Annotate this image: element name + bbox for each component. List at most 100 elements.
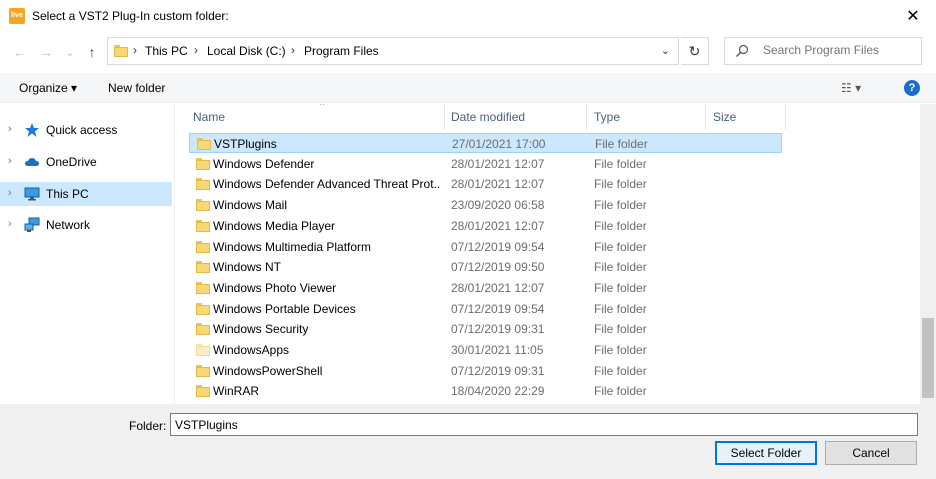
file-date-modified: 28/01/2021 12:07 <box>451 177 545 192</box>
navigation-pane: › Quick access › OneDrive › This PC › Ne… <box>0 104 175 404</box>
file-date-modified: 30/01/2021 11:05 <box>451 343 544 357</box>
file-type: File folder <box>594 177 647 192</box>
table-row[interactable]: Windows NT 07/12/2019 09:50 File folder <box>189 257 782 277</box>
table-row[interactable]: WindowsApps 30/01/2021 11:05 File folder <box>189 340 782 360</box>
chevron-right-icon[interactable]: › <box>8 123 12 135</box>
table-row[interactable]: Windows Media Player 28/01/2021 12:07 File… <box>189 216 782 236</box>
search-input[interactable] <box>763 43 913 57</box>
file-name: WinRAR <box>213 384 260 399</box>
column-header-type[interactable]: Type <box>587 104 706 130</box>
file-name: Windows Mail <box>213 198 288 213</box>
sidebar-item-network[interactable]: › Network <box>0 213 172 237</box>
address-bar[interactable]: › This PC › Local Disk (C:) › Program Fi… <box>107 37 679 65</box>
file-type: File folder <box>594 156 647 171</box>
file-type: File folder <box>594 198 647 213</box>
command-toolbar: Organize ▾ New folder ☷ ▾ ? <box>0 73 936 103</box>
file-date-modified: 07/12/2019 09:31 <box>451 322 545 337</box>
chevron-right-icon[interactable]: › <box>8 218 12 230</box>
file-date-modified: 07/12/2019 09:54 <box>451 301 545 316</box>
breadcrumb-this-pc[interactable]: This PC <box>145 44 188 58</box>
table-row[interactable]: Windows Defender Advanced Threat Prot...… <box>189 174 782 194</box>
monitor-icon <box>24 187 40 201</box>
file-name: WindowsApps <box>213 343 290 357</box>
breadcrumb-local-disk[interactable]: Local Disk (C:) <box>207 44 286 58</box>
select-folder-button[interactable]: Select Folder <box>715 441 817 465</box>
table-row[interactable]: VSTPlugins 27/01/2021 17:00 File folder <box>189 133 782 153</box>
chevron-right-icon[interactable]: › <box>8 187 12 199</box>
help-icon[interactable]: ? <box>904 80 920 96</box>
close-button[interactable]: ✕ <box>890 0 936 32</box>
network-icon <box>24 217 40 232</box>
file-type: File folder <box>594 322 647 337</box>
file-type: File folder <box>594 280 647 295</box>
file-name: Windows NT <box>213 260 282 275</box>
file-name: Windows Defender <box>213 156 315 171</box>
column-header-date[interactable]: Date modified <box>444 104 587 130</box>
up-button[interactable]: ↑ <box>82 42 102 62</box>
view-options-button[interactable]: ☷ ▾ <box>841 81 861 95</box>
sidebar-item-label: Network <box>46 218 91 232</box>
sidebar-item-this-pc[interactable]: › This PC <box>0 182 172 206</box>
folder-icon <box>196 260 210 274</box>
file-type: File folder <box>594 301 647 316</box>
folder-icon <box>196 177 210 191</box>
new-folder-button[interactable]: New folder <box>108 81 165 95</box>
folder-icon <box>196 219 210 233</box>
folder-icon <box>196 322 210 336</box>
folder-icon <box>196 240 210 254</box>
breadcrumb-separator: › <box>194 43 198 57</box>
folder-input[interactable] <box>170 413 918 436</box>
file-name: Windows Portable Devices <box>213 301 356 316</box>
table-row[interactable]: Windows Mail 23/09/2020 06:58 File folder <box>189 195 782 215</box>
column-header-name[interactable]: ^ Name <box>186 104 445 130</box>
table-row[interactable]: WindowsPowerShell 07/12/2019 09:31 File fo… <box>189 361 782 381</box>
table-row[interactable]: Windows Multimedia Platform 07/12/2019 09… <box>189 237 782 257</box>
folder-icon <box>196 198 210 212</box>
file-date-modified: 27/01/2021 17:00 <box>452 137 546 151</box>
table-row[interactable]: Windows Security 07/12/2019 09:31 File fol… <box>189 319 782 339</box>
folder-icon <box>196 157 210 171</box>
file-name: Windows Security <box>213 322 309 337</box>
sort-ascending-icon: ^ <box>320 104 325 110</box>
breadcrumb-program-files[interactable]: Program Files <box>304 44 379 58</box>
chevron-right-icon[interactable]: › <box>8 155 12 167</box>
vertical-scrollbar[interactable] <box>920 104 936 404</box>
star-icon <box>25 123 39 137</box>
search-box[interactable] <box>724 37 922 65</box>
sidebar-item-onedrive[interactable]: › OneDrive <box>0 150 172 174</box>
cancel-button[interactable]: Cancel <box>825 441 917 465</box>
cloud-icon <box>25 158 39 166</box>
column-header-size[interactable]: Size <box>706 104 786 130</box>
folder-icon <box>196 384 210 398</box>
file-list: ^ Name Date modified Type Size VSTPlugin… <box>176 104 920 404</box>
file-name: Windows Defender Advanced Threat Prot... <box>213 177 441 192</box>
recent-locations-button[interactable]: ⌄ <box>60 42 80 62</box>
table-row[interactable]: Windows Portable Devices 07/12/2019 09:54… <box>189 299 782 319</box>
file-date-modified: 23/09/2020 06:58 <box>451 198 545 213</box>
breadcrumb-separator: › <box>291 43 295 57</box>
dialog-title: Select a VST2 Plug-In custom folder: <box>32 9 229 23</box>
file-date-modified: 07/12/2019 09:54 <box>451 239 545 254</box>
table-row[interactable]: WinRAR 18/04/2020 22:29 File folder <box>189 381 782 401</box>
forward-button[interactable]: → <box>36 42 56 62</box>
file-type: File folder <box>594 218 647 233</box>
refresh-button[interactable]: ↻ <box>681 37 709 65</box>
folder-icon <box>196 281 210 295</box>
file-date-modified: 18/04/2020 22:29 <box>451 384 545 399</box>
navigation-bar: ← → ⌄ ↑ › This PC › Local Disk (C:) › Pr… <box>0 32 936 72</box>
file-date-modified: 07/12/2019 09:31 <box>451 363 545 378</box>
sidebar-item-quick-access[interactable]: › Quick access <box>0 118 172 142</box>
sidebar-item-label: This PC <box>46 187 89 201</box>
folder-label: Folder: <box>129 419 167 433</box>
file-name: VSTPlugins <box>214 137 277 151</box>
sidebar-item-label: Quick access <box>46 123 118 137</box>
chevron-down-icon[interactable]: ⌄ <box>661 44 670 57</box>
file-date-modified: 28/01/2021 12:07 <box>451 218 545 233</box>
table-row[interactable]: Windows Photo Viewer 28/01/2021 12:07 File… <box>189 278 782 298</box>
back-button[interactable]: ← <box>10 42 30 62</box>
folder-icon <box>196 302 210 316</box>
table-row[interactable]: Windows Defender 28/01/2021 12:07 File fol… <box>189 154 782 174</box>
title-bar: live Select a VST2 Plug-In custom folder… <box>0 0 936 32</box>
scrollbar-thumb[interactable] <box>922 318 934 398</box>
organize-button[interactable]: Organize ▾ <box>19 81 77 95</box>
